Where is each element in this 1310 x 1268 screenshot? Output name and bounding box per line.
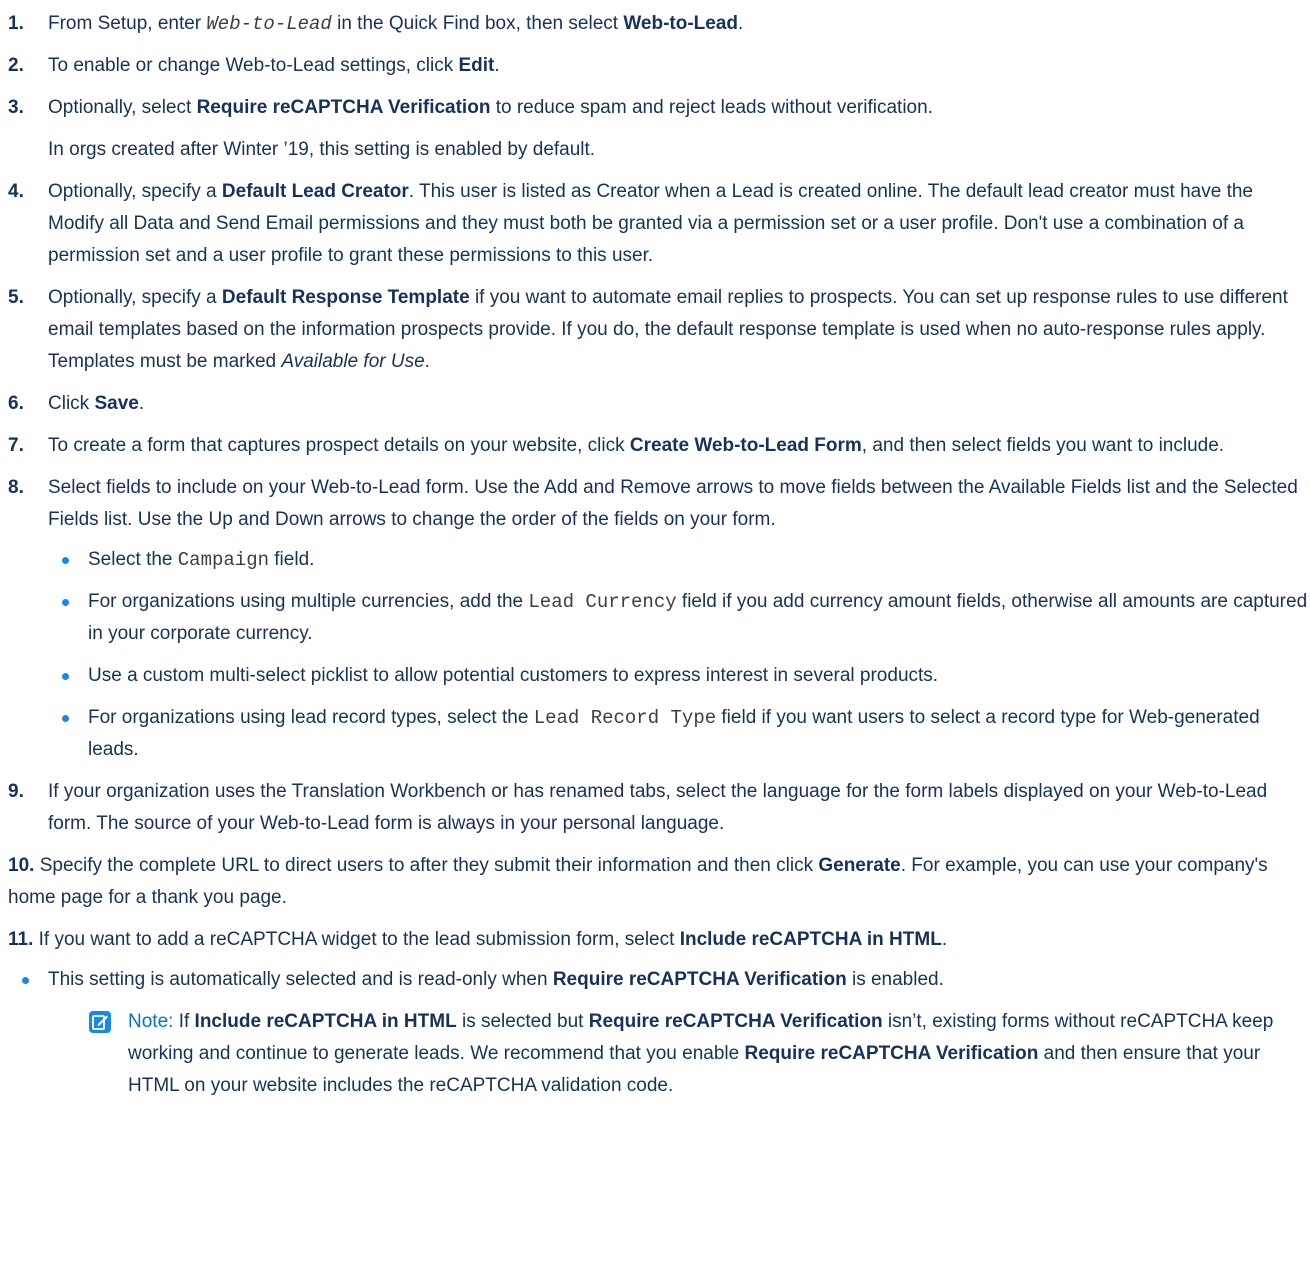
- ui-label: Require reCAPTCHA Verification: [744, 1043, 1039, 1064]
- step-text: , and then select fields you want to inc…: [861, 435, 1225, 456]
- step-paragraph: In orgs created after Winter ’19, this s…: [48, 139, 596, 160]
- step-number: 1.: [8, 13, 24, 34]
- step-text: in the Quick Find box, then select: [331, 13, 624, 34]
- instructions-list: 1. From Setup, enter Web-to-Lead in the Q…: [0, 0, 1308, 1102]
- item-text: is enabled.: [846, 969, 944, 990]
- step-number: 5.: [8, 287, 24, 308]
- step-text: Optionally, select: [48, 97, 197, 118]
- step-text: .: [138, 393, 145, 414]
- step-text: If you want to add a reCAPTCHA widget to…: [33, 929, 680, 950]
- list-item: Select the Campaign field.: [48, 544, 1308, 576]
- step-number: 4.: [8, 181, 24, 202]
- step-number: 3.: [8, 97, 24, 118]
- bullet-dot: [22, 977, 29, 984]
- note-edit-icon: [89, 1011, 111, 1033]
- step-4: 4. Optionally, specify a Default Lead Cre…: [8, 176, 1308, 272]
- ui-label: Include reCAPTCHA in HTML: [194, 1011, 457, 1032]
- step-11: 11. If you want to add a reCAPTCHA widge…: [8, 924, 1308, 1102]
- ui-label: Default Lead Creator: [221, 181, 409, 202]
- item-text: field.: [269, 549, 315, 570]
- step-text: .: [494, 55, 500, 76]
- step-text: .: [941, 929, 948, 950]
- ui-label: Generate: [818, 855, 901, 876]
- step-9: 9. If your organization uses the Translat…: [8, 776, 1308, 840]
- note-callout: Note: If Include reCAPTCHA in HTML is se…: [88, 1006, 1308, 1102]
- ui-label: Require reCAPTCHA Verification: [552, 969, 847, 990]
- field-name: Campaign: [177, 549, 269, 571]
- step-number: 11.: [8, 929, 34, 950]
- bullet-dot: [62, 673, 69, 680]
- item-text: For organizations using lead record type…: [88, 707, 534, 728]
- step-5: 5. Optionally, specify a Default Response…: [8, 282, 1308, 378]
- item-text: Use a custom multi-select picklist to al…: [88, 665, 939, 686]
- bullet-dot: [62, 599, 69, 606]
- list-item: For organizations using multiple currenc…: [48, 586, 1308, 650]
- ui-label: Include reCAPTCHA in HTML: [679, 929, 942, 950]
- ui-label: Save: [94, 393, 139, 414]
- item-text: For organizations using multiple currenc…: [88, 591, 529, 612]
- emphasis-text: Available for Use: [281, 351, 425, 372]
- item-text: Select the: [88, 549, 178, 570]
- step-number: 7.: [8, 435, 24, 456]
- step-text: To create a form that captures prospect …: [48, 435, 630, 456]
- step-6: 6. Click Save.: [8, 388, 1308, 420]
- list-item: Use a custom multi-select picklist to al…: [48, 660, 1308, 692]
- ui-label: Web-to-Lead: [623, 13, 739, 34]
- ui-label: Require reCAPTCHA Verification: [196, 97, 491, 118]
- step-text: Select fields to include on your Web-to-…: [48, 477, 1298, 530]
- bullet-list: Select the Campaign field. For organizat…: [48, 544, 1308, 766]
- field-name: Lead Record Type: [533, 707, 717, 729]
- step-text: .: [738, 13, 744, 34]
- step-1: 1. From Setup, enter Web-to-Lead in the Q…: [8, 8, 1308, 40]
- step-number: 10.: [8, 855, 35, 876]
- step-number: 2.: [8, 55, 24, 76]
- step-text: If your organization uses the Translatio…: [48, 781, 1268, 834]
- step-text: to reduce spam and reject leads without …: [490, 97, 933, 118]
- ui-label: Create Web-to-Lead Form: [629, 435, 862, 456]
- list-item: This setting is automatically selected a…: [8, 964, 1308, 996]
- step-text: Click: [48, 393, 95, 414]
- bullet-list: This setting is automatically selected a…: [8, 964, 1308, 996]
- list-item: For organizations using lead record type…: [48, 702, 1308, 766]
- note-label: Note:: [128, 1011, 174, 1032]
- item-text: This setting is automatically selected a…: [48, 969, 553, 990]
- step-text: From Setup, enter: [48, 13, 207, 34]
- step-text: Specify the complete URL to direct users…: [34, 855, 819, 876]
- step-8: 8. Select fields to include on your Web-t…: [8, 472, 1308, 766]
- bullet-dot: [62, 715, 69, 722]
- step-number: 9.: [8, 781, 24, 802]
- quick-find-term: Web-to-Lead: [206, 13, 332, 35]
- step-text: .: [424, 351, 430, 372]
- step-number: 8.: [8, 477, 24, 498]
- note-text: If: [173, 1011, 195, 1032]
- note-text: is selected but: [456, 1011, 589, 1032]
- step-10: 10. Specify the complete URL to direct u…: [8, 850, 1308, 914]
- step-text: To enable or change Web-to-Lead settings…: [48, 55, 459, 76]
- step-number: 6.: [8, 393, 24, 414]
- bullet-dot: [62, 557, 69, 564]
- field-name: Lead Currency: [528, 591, 677, 613]
- ui-label: Edit: [458, 55, 495, 76]
- ui-label: Require reCAPTCHA Verification: [588, 1011, 883, 1032]
- step-7: 7. To create a form that captures prospec…: [8, 430, 1308, 462]
- step-2: 2. To enable or change Web-to-Lead settin…: [8, 50, 1308, 82]
- step-text: Optionally, specify a: [48, 181, 222, 202]
- ui-label: Default Response Template: [221, 287, 470, 308]
- step-text: Optionally, specify a: [48, 287, 222, 308]
- step-3: 3. Optionally, select Require reCAPTCHA V…: [8, 92, 1308, 166]
